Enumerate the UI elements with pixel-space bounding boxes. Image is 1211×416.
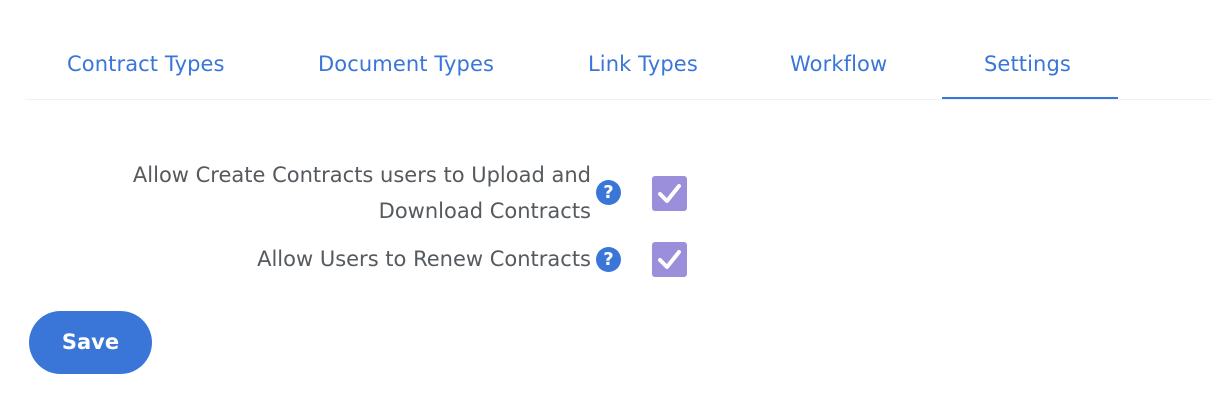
- setting-label-line: Download Contracts: [378, 199, 591, 223]
- save-button[interactable]: Save: [29, 311, 152, 374]
- setting-label-line: Allow Create Contracts users to Upload a…: [132, 163, 591, 187]
- checkmark-icon: [658, 250, 681, 269]
- question-circle-icon[interactable]: ?: [596, 180, 621, 205]
- checkmark-icon: [658, 184, 681, 203]
- active-tab-indicator: [942, 97, 1118, 99]
- tab-link-types[interactable]: Link Types: [588, 52, 698, 98]
- tab-settings[interactable]: Settings: [984, 52, 1071, 98]
- tab-contract-types[interactable]: Contract Types: [67, 52, 225, 98]
- upload-download-checkbox[interactable]: [652, 176, 687, 211]
- tab-bar: Contract Types Document Types Link Types…: [25, 0, 1211, 100]
- tab-document-types[interactable]: Document Types: [318, 52, 494, 98]
- question-circle-icon[interactable]: ?: [596, 247, 621, 272]
- tab-workflow[interactable]: Workflow: [790, 52, 887, 98]
- setting-label-upload-download: Allow Create Contracts users to Upload a…: [133, 157, 591, 229]
- setting-label-line: Allow Users to Renew Contracts: [257, 247, 591, 271]
- renew-contracts-checkbox[interactable]: [652, 242, 687, 277]
- setting-label-renew: Allow Users to Renew Contracts: [257, 241, 591, 277]
